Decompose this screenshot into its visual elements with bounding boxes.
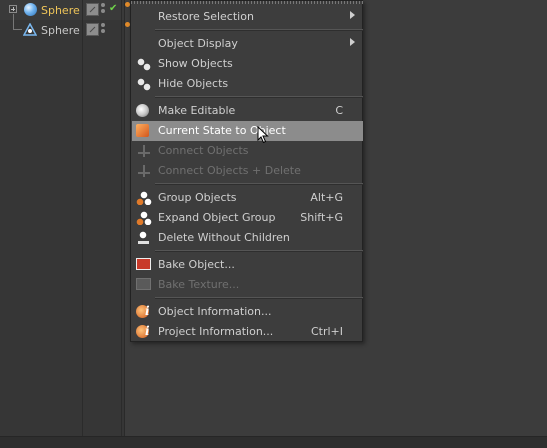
menu-item-project-information[interactable]: Project Information... Ctrl+I xyxy=(132,322,363,342)
hide-objects-icon xyxy=(136,77,152,91)
object-row-sphere-child[interactable]: Sphere xyxy=(0,20,124,40)
status-bar xyxy=(0,436,547,448)
delete-without-children-icon xyxy=(136,231,152,245)
editor-visibility-icon[interactable] xyxy=(86,23,99,36)
menu-item-label: Connect Objects xyxy=(158,144,249,157)
menu-separator xyxy=(155,183,363,185)
render-dots-icon[interactable] xyxy=(101,23,106,34)
menu-item-hide-objects[interactable]: Hide Objects xyxy=(132,74,363,94)
menu-item-label: Expand Object Group xyxy=(158,211,276,224)
expand-toggle-icon[interactable] xyxy=(9,5,17,13)
menu-item-show-objects[interactable]: Show Objects xyxy=(132,54,363,74)
show-objects-icon xyxy=(136,57,152,71)
menu-item-shortcut: Alt+G xyxy=(310,191,343,204)
menu-separator xyxy=(155,29,363,31)
current-state-icon xyxy=(136,124,149,137)
menu-item-label: Connect Objects + Delete xyxy=(158,164,301,177)
menu-item-restore-selection[interactable]: Restore Selection xyxy=(132,7,363,27)
menu-item-label: Restore Selection xyxy=(158,10,254,23)
menu-item-current-state-to-object[interactable]: Current State to Object xyxy=(132,121,363,141)
object-info-icon xyxy=(136,304,150,318)
sphere-icon xyxy=(24,3,37,16)
menu-item-label: Object Information... xyxy=(158,305,272,318)
menu-item-object-display[interactable]: Object Display xyxy=(132,34,363,54)
tear-off-handle[interactable] xyxy=(131,1,364,4)
menu-separator xyxy=(155,297,363,299)
menu-item-label: Bake Object... xyxy=(158,258,235,271)
object-manager-panel: Sphere ✔ Sphere xyxy=(0,0,125,436)
menu-item-shortcut: Ctrl+I xyxy=(310,325,343,338)
menu-item-label: Show Objects xyxy=(158,57,233,70)
enabled-check-icon[interactable]: ✔ xyxy=(109,3,117,14)
column-divider xyxy=(121,0,122,436)
menu-item-group-objects[interactable]: Group Objects Alt+G xyxy=(132,188,363,208)
object-name[interactable]: Sphere xyxy=(41,4,80,17)
menu-item-label: Hide Objects xyxy=(158,77,229,90)
instance-icon xyxy=(23,23,37,36)
menu-item-shortcut: C xyxy=(335,104,343,117)
expand-group-icon xyxy=(136,211,152,225)
context-menu: Restore Selection Object Display Show Ob… xyxy=(130,0,364,342)
project-info-icon xyxy=(136,324,150,338)
object-name[interactable]: Sphere xyxy=(41,24,80,37)
menu-separator xyxy=(155,250,363,252)
menu-item-label: Project Information... xyxy=(158,325,274,338)
menu-item-label: Delete Without Children xyxy=(158,231,290,244)
render-dots-icon[interactable] xyxy=(101,3,106,14)
menu-item-connect-objects-delete[interactable]: Connect Objects + Delete xyxy=(132,161,363,181)
menu-item-shortcut: Shift+G xyxy=(300,211,343,224)
group-objects-icon xyxy=(136,191,152,205)
menu-item-delete-without-children[interactable]: Delete Without Children xyxy=(132,228,363,248)
connect-objects-icon xyxy=(136,144,152,158)
connect-delete-icon xyxy=(136,164,152,178)
menu-item-bake-object[interactable]: Bake Object... xyxy=(132,255,363,275)
menu-item-label: Group Objects xyxy=(158,191,237,204)
submenu-arrow-icon xyxy=(350,11,355,19)
menu-item-label: Bake Texture... xyxy=(158,278,240,291)
bake-object-icon xyxy=(136,258,151,270)
make-editable-icon xyxy=(136,104,149,117)
object-row-sphere[interactable]: Sphere ✔ xyxy=(0,0,124,20)
menu-item-object-information[interactable]: Object Information... xyxy=(132,302,363,322)
menu-item-connect-objects[interactable]: Connect Objects xyxy=(132,141,363,161)
menu-separator xyxy=(155,96,363,98)
column-divider xyxy=(82,0,83,436)
menu-item-make-editable[interactable]: Make Editable C xyxy=(132,101,363,121)
bake-texture-icon xyxy=(136,278,151,290)
mouse-cursor-icon xyxy=(257,126,269,144)
menu-item-label: Object Display xyxy=(158,37,238,50)
menu-item-label: Make Editable xyxy=(158,104,236,117)
menu-item-expand-object-group[interactable]: Expand Object Group Shift+G xyxy=(132,208,363,228)
menu-item-bake-texture[interactable]: Bake Texture... xyxy=(132,275,363,295)
submenu-arrow-icon xyxy=(350,38,355,46)
editor-visibility-icon[interactable] xyxy=(86,3,99,16)
